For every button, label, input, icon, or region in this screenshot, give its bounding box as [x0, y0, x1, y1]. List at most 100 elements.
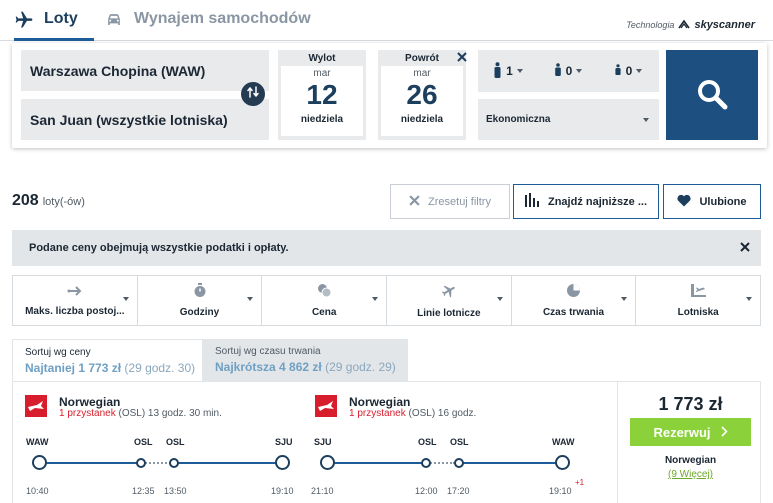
book-button[interactable]: Rezerwuj — [630, 418, 751, 446]
return-date-field[interactable]: Powrót mar 26 niedziela — [378, 50, 466, 140]
outbound-code: SJU — [275, 437, 293, 447]
destination-value: San Juan (wszystkie lotniska) — [30, 111, 228, 128]
depart-label: Wylot — [308, 53, 336, 64]
price-notice: Podane ceny obejmują wszystkie podatki i… — [12, 230, 761, 266]
return-label: Powrót — [405, 53, 439, 64]
more-offers-link[interactable]: (9 Więcej) — [618, 469, 763, 480]
bar-chart-icon — [524, 193, 540, 210]
car-icon — [104, 10, 124, 30]
outbound-stop-detail: (OSL) 13 godz. 30 min. — [118, 408, 222, 419]
outbound-stops: 1 przystanek (OSL) 13 godz. 30 min. — [59, 408, 222, 419]
cheapest-label: Najtaniej — [25, 361, 76, 375]
stopwatch-icon — [193, 283, 207, 303]
tab-car-rental[interactable]: Wynajem samochodów — [104, 10, 311, 41]
close-icon — [457, 49, 467, 67]
inbound-leg: Norwegian 1 przystanek (OSL) 16 godz. SJ… — [303, 382, 593, 503]
flight-result-card[interactable]: Norwegian 1 przystanek (OSL) 13 godz. 30… — [12, 381, 761, 503]
inbound-time: 19:10 — [549, 486, 572, 496]
close-icon — [409, 194, 420, 209]
arrow-right-icon — [67, 284, 83, 302]
results-count: 208 loty(-ów) — [12, 192, 85, 210]
favorites-label: Ulubione — [699, 195, 747, 208]
tab-flights[interactable]: Loty — [14, 10, 94, 41]
filter-airports[interactable]: Lotniska — [636, 276, 760, 325]
favorites-button[interactable]: Ulubione — [663, 184, 761, 219]
return-day: 26 — [406, 79, 438, 110]
depart-date-field[interactable]: Wylot mar 12 niedziela — [278, 50, 366, 140]
swap-route-button[interactable] — [241, 82, 265, 106]
outbound-time: 13:50 — [164, 486, 187, 496]
shortest-price: 4 862 zł — [279, 360, 322, 374]
depart-day: 12 — [306, 79, 338, 110]
chevron-down-icon — [636, 69, 643, 73]
inbound-stops-count: 1 przystanek — [349, 408, 406, 419]
outbound-code: OSL — [166, 437, 185, 447]
chevron-down-icon — [746, 297, 753, 301]
adults-selector[interactable]: 1 — [478, 61, 538, 81]
filter-max-stops[interactable]: Maks. liczba postoj... — [13, 276, 138, 325]
inbound-origin-node — [320, 455, 335, 470]
inbound-stops: 1 przystanek (OSL) 16 godz. — [349, 408, 476, 419]
chevron-down-icon — [643, 118, 649, 122]
filter-airlines[interactable]: Linie lotnicze — [387, 276, 512, 325]
close-notice-button[interactable] — [739, 241, 751, 255]
chevron-down-icon — [122, 297, 129, 301]
outbound-segment-1 — [39, 462, 139, 464]
destination-field[interactable]: San Juan (wszystkie lotniska) — [21, 99, 269, 140]
infants-count: 0 — [625, 64, 633, 78]
outbound-time: 19:10 — [271, 486, 294, 496]
brand-prefix: Technologia — [626, 20, 675, 30]
cabin-class-select[interactable]: Ekonomiczna — [478, 99, 659, 140]
inbound-time: 21:10 — [311, 486, 334, 496]
chevron-right-icon — [720, 425, 728, 440]
inbound-stop-detail: (OSL) 16 godz. — [408, 408, 477, 419]
filter-duration[interactable]: Czas trwania — [512, 276, 637, 325]
filter-price[interactable]: Cena — [262, 276, 388, 325]
outbound-time: 12:35 — [132, 486, 155, 496]
clear-return-button[interactable] — [456, 52, 468, 64]
price-column: 1 773 zł Rezerwuj Norwegian (9 Więcej) — [617, 382, 762, 503]
depart-date: mar 12 niedziela — [281, 66, 363, 136]
filter-airports-label: Lotniska — [677, 307, 719, 318]
infants-selector[interactable]: 0 — [598, 64, 658, 78]
inbound-time: 12:00 — [415, 486, 438, 496]
outbound-airline: Norwegian — [59, 395, 121, 409]
inbound-airline: Norwegian — [349, 395, 411, 409]
outbound-stops-count: 1 przystanek — [59, 408, 116, 419]
adult-person-icon — [493, 61, 502, 81]
shortest-label: Najkrótsza — [215, 360, 276, 374]
origin-value: Warszawa Chopina (WAW) — [30, 62, 206, 79]
close-icon — [740, 241, 750, 255]
plane-icon — [441, 283, 457, 304]
passengers-field: 1 0 0 — [478, 50, 659, 92]
cabin-class-value: Ekonomiczna — [486, 114, 551, 125]
brand: Technologia skyscanner — [626, 16, 755, 34]
chevron-down-icon — [516, 69, 523, 73]
reset-filters-label: Zresetuj filtry — [428, 195, 491, 208]
filter-hours[interactable]: Godziny — [138, 276, 263, 325]
inbound-layover — [427, 462, 455, 464]
children-count: 0 — [565, 64, 573, 78]
adults-count: 1 — [506, 64, 513, 78]
search-panel: Warszawa Chopina (WAW) San Juan (wszystk… — [12, 43, 767, 148]
inbound-destination-node — [555, 455, 570, 470]
sort-by-duration-tab[interactable]: Sortuj wg czasu trwania Najkrótsza 4 862… — [203, 339, 408, 381]
search-icon — [695, 77, 729, 114]
results-count-unit: loty(-ów) — [42, 196, 85, 208]
origin-field[interactable]: Warszawa Chopina (WAW) — [21, 50, 269, 91]
plane-icon — [14, 10, 34, 30]
result-price: 1 773 zł — [658, 394, 723, 414]
shortest-duration: (29 godz. 29) — [325, 360, 396, 374]
swap-arrows-icon — [246, 85, 260, 104]
find-lowest-button[interactable]: Znajdź najniższe ... — [513, 184, 659, 219]
search-button[interactable] — [666, 50, 758, 140]
heart-icon — [677, 194, 692, 210]
inbound-code: WAW — [552, 437, 575, 447]
outbound-code: WAW — [26, 437, 49, 447]
reset-filters-button[interactable]: Zresetuj filtry — [390, 184, 510, 219]
cheapest-price: 1 773 zł — [78, 361, 122, 375]
sort-by-price-tab[interactable]: Sortuj wg ceny Najtaniej 1 773 zł (29 go… — [12, 339, 203, 381]
outbound-layover — [142, 462, 171, 464]
children-selector[interactable]: 0 — [538, 63, 598, 79]
sort-by-price-title: Sortuj wg ceny — [25, 347, 91, 358]
